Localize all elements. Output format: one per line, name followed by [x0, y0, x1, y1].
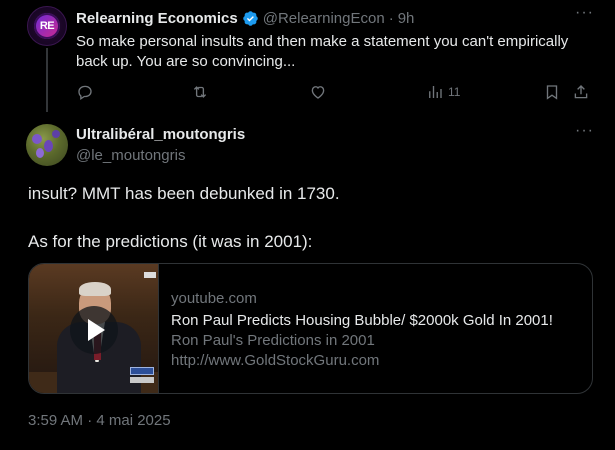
avatar[interactable] — [26, 124, 68, 166]
more-options-icon[interactable]: ··· — [575, 5, 593, 26]
avatar-logo: RE — [34, 13, 60, 39]
analytics-icon — [429, 86, 442, 98]
avatar-detail — [32, 134, 42, 144]
bookmark-icon — [546, 85, 558, 100]
author-name[interactable]: Relearning Economics — [76, 10, 238, 27]
like-button[interactable] — [309, 82, 327, 102]
thumbnail-detail — [130, 377, 154, 383]
thumbnail-detail — [130, 367, 154, 375]
tweet-time[interactable]: 9h — [398, 10, 415, 27]
tweet-text-line: insult? MMT has been debunked in 1730. — [28, 184, 340, 203]
bookmark-button[interactable] — [543, 82, 561, 102]
thumbnail-detail — [79, 282, 111, 296]
reply-button[interactable] — [76, 82, 94, 102]
parent-tweet[interactable]: RE Relearning Economics @RelearningEcon … — [0, 0, 615, 112]
tweet-text: So make personal insults and then make a… — [76, 33, 569, 70]
thread-line — [46, 48, 48, 112]
card-description: Ron Paul's Predictions in 2001 — [171, 332, 375, 349]
reply-icon — [78, 85, 92, 101]
link-card[interactable]: youtube.com Ron Paul Predicts Housing Bu… — [28, 263, 593, 394]
verified-badge-icon — [242, 10, 258, 26]
tweet-text-line: As for the predictions (it was in 2001): — [28, 232, 313, 251]
repost-icon — [193, 86, 207, 98]
play-button[interactable] — [70, 306, 118, 354]
card-url: http://www.GoldStockGuru.com — [171, 352, 380, 369]
views-count: 11 — [448, 85, 461, 99]
repost-button[interactable] — [191, 82, 209, 102]
tweet-text: insult? MMT has been debunked in 1730. A… — [28, 182, 588, 254]
avatar[interactable]: RE — [27, 6, 67, 46]
more-options-icon[interactable]: ··· — [575, 123, 593, 144]
share-button[interactable] — [572, 82, 590, 102]
tweet-header: Relearning Economics @RelearningEcon · 9… — [76, 9, 414, 27]
thumbnail-detail — [144, 272, 156, 278]
video-thumbnail[interactable] — [29, 264, 159, 393]
views-button[interactable]: 11 — [426, 82, 460, 102]
heart-icon — [311, 86, 325, 99]
card-domain: youtube.com — [171, 290, 257, 307]
tweet-timestamp[interactable]: 3:59 AM · 4 mai 2025 — [28, 412, 171, 429]
card-body: youtube.com Ron Paul Predicts Housing Bu… — [159, 264, 553, 393]
author-handle[interactable]: @le_moutongris — [76, 147, 185, 164]
author-name[interactable]: Ultralibéral_moutongris — [76, 126, 245, 143]
avatar-detail — [36, 148, 44, 158]
avatar-detail — [52, 130, 60, 138]
tweet-actions: 11 — [76, 82, 596, 102]
avatar-detail — [44, 140, 53, 152]
card-title: Ron Paul Predicts Housing Bubble/ $2000k… — [171, 312, 553, 329]
play-icon — [87, 319, 105, 341]
share-icon — [574, 85, 588, 99]
separator-dot: · — [388, 9, 394, 27]
author-handle[interactable]: @RelearningEcon — [263, 10, 385, 27]
